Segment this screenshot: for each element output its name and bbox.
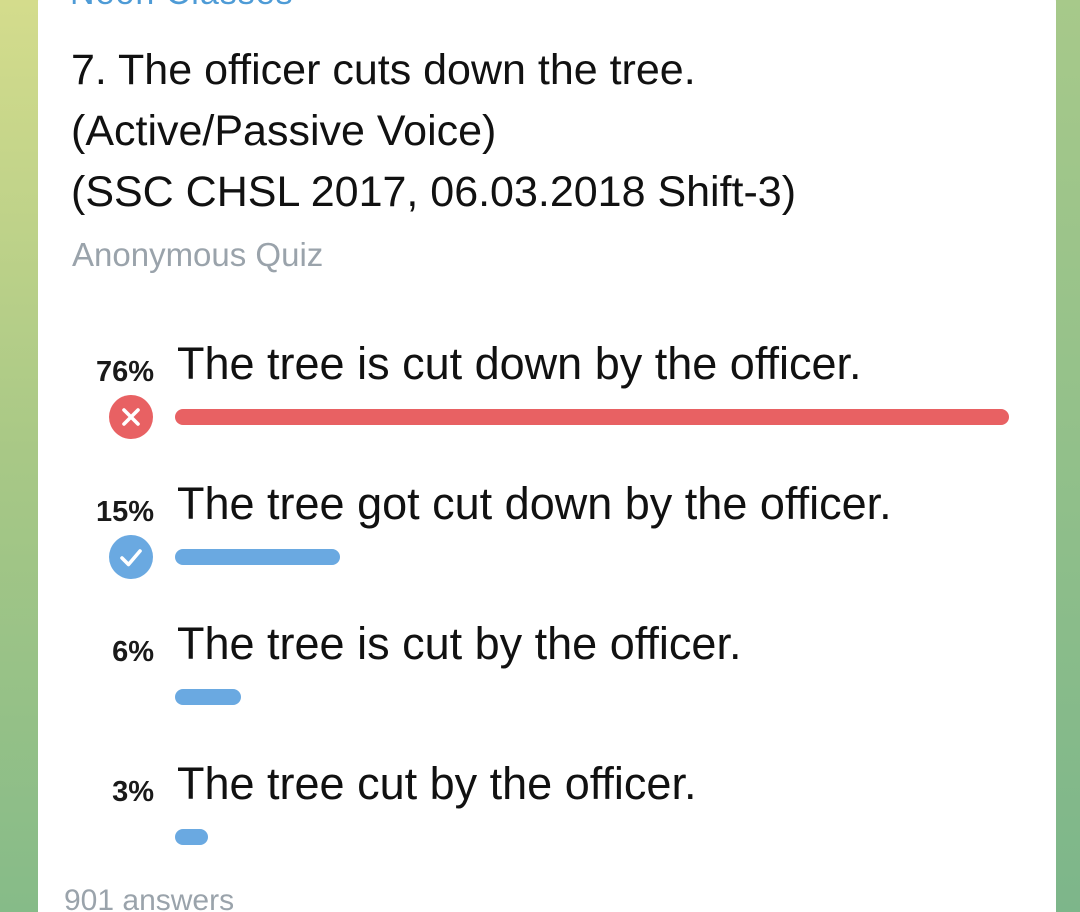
option-percent: 3%	[112, 776, 154, 808]
question-line: (SSC CHSL 2017, 06.03.2018 Shift-3)	[71, 168, 797, 216]
question-line: 7. The officer cuts down the tree.	[71, 46, 696, 94]
channel-name[interactable]: Neon Classes	[70, 0, 294, 13]
quiz-question: 7. The officer cuts down the tree. (Acti…	[71, 40, 1031, 223]
option-text: The tree is cut by the officer.	[177, 618, 742, 669]
quiz-option-2[interactable]: 15% The tree got cut down by the officer…	[0, 478, 1080, 598]
option-bar-track	[175, 549, 1009, 565]
quiz-option-4[interactable]: 3% The tree cut by the officer.	[0, 758, 1080, 878]
option-text: The tree is cut down by the officer.	[177, 338, 862, 389]
option-bar-track	[175, 409, 1009, 425]
option-bar-track	[175, 689, 1009, 705]
option-progress-bar	[175, 549, 340, 565]
quiz-type-label: Anonymous Quiz	[72, 236, 324, 273]
option-percent: 15%	[95, 496, 154, 528]
option-text: The tree cut by the officer.	[177, 758, 697, 809]
close-circle-icon	[109, 395, 153, 439]
question-line: (Active/Passive Voice)	[71, 107, 497, 155]
check-circle-icon	[109, 535, 153, 579]
option-bar-track	[175, 829, 1009, 845]
option-progress-bar	[175, 689, 241, 705]
option-progress-bar	[175, 409, 1009, 425]
quiz-option-1[interactable]: 76% The tree is cut down by the officer.	[0, 338, 1080, 458]
quiz-option-3[interactable]: 6% The tree is cut by the officer.	[0, 618, 1080, 738]
option-percent: 76%	[95, 356, 154, 388]
option-progress-bar	[175, 829, 208, 845]
option-text: The tree got cut down by the officer.	[177, 478, 892, 529]
option-percent: 6%	[112, 636, 154, 668]
answers-count: 901 answers	[64, 884, 235, 912]
